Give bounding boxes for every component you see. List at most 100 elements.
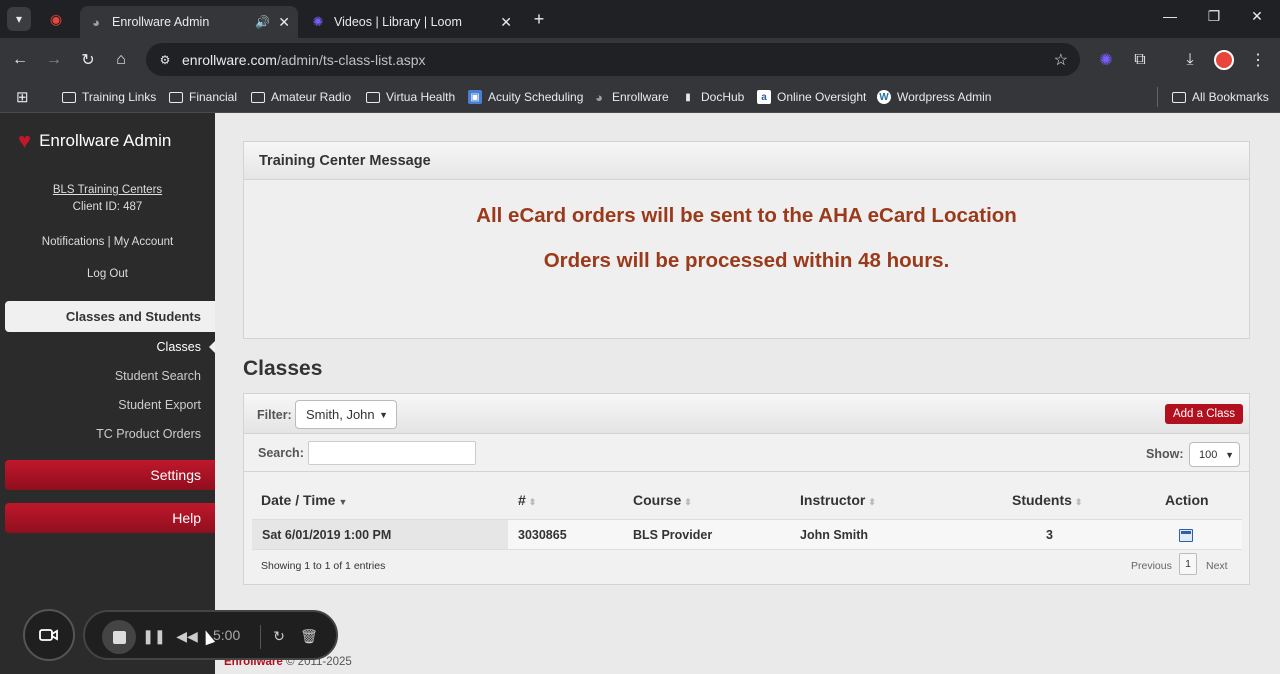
sidebar-item-classes[interactable]: Classes [157, 340, 201, 354]
folder-icon [251, 91, 265, 103]
pause-icon: ❚❚ [142, 627, 166, 644]
logout-link[interactable]: Log Out [0, 268, 215, 280]
column-label: Instructor [800, 492, 866, 508]
bookmark-label: Acuity Scheduling [488, 90, 584, 104]
wordpress-icon: W [877, 90, 891, 104]
dochub-icon: ▮ [685, 91, 691, 103]
browser-tab-bar: ▾ ◉ ◕ Enrollware Admin 🔊 ✕ ✺ Videos | Li… [0, 0, 1280, 38]
search-input[interactable] [308, 441, 476, 465]
bookmark-label: Training Links [82, 90, 157, 104]
bookmark-training-links[interactable]: Training Links [62, 87, 156, 107]
bookmark-dochub[interactable]: ▮ DocHub [681, 87, 744, 107]
sidebar-section-classes-and-students[interactable]: Classes and Students [5, 301, 215, 332]
bookmark-all-bookmarks[interactable]: All Bookmarks [1157, 87, 1269, 107]
folder-icon [1172, 91, 1186, 103]
close-window-icon[interactable]: ✕ [1237, 8, 1277, 25]
filter-label: Filter: [257, 408, 292, 422]
bookmark-label: Financial [189, 90, 238, 104]
download-icon[interactable]: ⤓ [1177, 47, 1203, 73]
filter-select[interactable]: Smith, John ▼ [295, 400, 397, 429]
acuity-icon: ▣ [468, 90, 482, 104]
search-bar: Search: Show: 100 ▼ [244, 434, 1249, 472]
next-page-button[interactable]: Next [1206, 560, 1228, 572]
column-label: # [518, 492, 526, 508]
rewind-button[interactable]: ◀◀ [176, 625, 198, 647]
bookmark-label: Virtua Health [386, 90, 456, 104]
delete-button[interactable]: 🗑 [298, 625, 320, 647]
stop-recording-button[interactable] [102, 620, 136, 654]
bookmark-online-oversight[interactable]: a Online Oversight [757, 87, 866, 107]
browser-menu-icon[interactable]: ⋮ [1245, 47, 1271, 73]
restart-button[interactable]: ↻ [268, 625, 290, 647]
column-header-course[interactable]: Course ⬍ [633, 492, 692, 508]
add-class-button[interactable]: Add a Class [1164, 404, 1243, 424]
sidebar-settings-button[interactable]: Settings [5, 460, 215, 490]
restart-icon: ↻ [273, 627, 285, 644]
reload-icon[interactable]: ↻ [75, 47, 101, 73]
edit-class-icon[interactable] [1179, 529, 1193, 542]
table-row[interactable]: Sat 6/01/2019 1:00 PM 3030865 BLS Provid… [252, 519, 1242, 550]
sidebar-item-tc-product-orders[interactable]: TC Product Orders [96, 427, 201, 441]
sidebar-help-button[interactable]: Help [5, 503, 215, 533]
brand-header[interactable]: ♥ Enrollware Admin [0, 113, 215, 169]
tab-enrollware-admin[interactable]: ◕ Enrollware Admin 🔊 ✕ [80, 6, 298, 38]
camera-toggle-button[interactable] [23, 609, 75, 661]
back-icon[interactable]: ← [7, 47, 33, 73]
heart-logo-icon: ♥ [18, 128, 32, 153]
profile-avatar[interactable] [1211, 47, 1237, 73]
message-line-1: All eCard orders will be sent to the AHA… [476, 204, 1017, 227]
training-center-message-panel: Training Center Message All eCard orders… [243, 141, 1250, 339]
bookmark-star-icon[interactable]: ☆ [1054, 50, 1068, 70]
column-header-instructor[interactable]: Instructor ⬍ [800, 492, 876, 508]
bookmark-acuity-scheduling[interactable]: ▣ Acuity Scheduling [468, 87, 583, 107]
extensions-icon[interactable]: ⧉ [1127, 47, 1153, 73]
address-bar[interactable]: ⚙ enrollware.com/admin/ts-class-list.asp… [146, 43, 1080, 76]
sort-icon: ⬍ [1074, 497, 1083, 507]
close-tab-icon[interactable]: ✕ [278, 14, 290, 31]
bookmark-amateur-radio[interactable]: Amateur Radio [251, 87, 351, 107]
close-tab-icon[interactable]: ✕ [500, 14, 512, 31]
restore-icon[interactable]: ❐ [1194, 8, 1234, 25]
loom-extension-icon[interactable]: ✺ [1093, 47, 1119, 73]
main-content: Training Center Message All eCard orders… [215, 113, 1280, 674]
org-name-link[interactable]: BLS Training Centers [53, 184, 162, 196]
tab-search-chevron-icon[interactable]: ▾ [7, 7, 31, 31]
folder-icon [169, 91, 183, 103]
bookmark-label: Wordpress Admin [897, 90, 992, 104]
home-icon[interactable]: ⌂ [108, 47, 134, 73]
bookmark-label: All Bookmarks [1192, 90, 1269, 104]
column-label: Date / Time [261, 492, 336, 508]
column-header-number[interactable]: # ⬍ [518, 492, 536, 508]
tab-loom[interactable]: ✺ Videos | Library | Loom ✕ [302, 6, 520, 38]
speaker-icon[interactable]: 🔊 [255, 15, 270, 29]
recording-timer: 5:00 [213, 627, 241, 643]
pause-button[interactable]: ❚❚ [142, 625, 166, 647]
globe-icon: ◕ [595, 89, 603, 105]
bookmark-virtua-health[interactable]: Virtua Health [366, 87, 455, 107]
filter-select-value: Smith, John [306, 407, 375, 422]
previous-page-button[interactable]: Previous [1131, 560, 1172, 572]
site-info-icon[interactable]: ⚙ [154, 53, 176, 67]
bookmark-enrollware[interactable]: ◕ Enrollware [592, 87, 669, 107]
sidebar: ♥ Enrollware Admin BLS Training Centers … [0, 113, 215, 674]
browser-toolbar: ← → ↻ ⌂ ⚙ enrollware.com/admin/ts-class-… [0, 38, 1280, 81]
column-header-students[interactable]: Students ⬍ [1012, 492, 1082, 508]
sidebar-item-student-search[interactable]: Student Search [115, 369, 201, 383]
panel-title: Training Center Message [244, 142, 1249, 180]
new-tab-icon[interactable]: + [527, 7, 551, 31]
bookmark-wordpress-admin[interactable]: W Wordpress Admin [877, 87, 991, 107]
bookmarks-bar: ⊞ Training Links Financial Amateur Radio… [0, 81, 1280, 113]
column-header-date-time[interactable]: Date / Time ▼ [261, 492, 347, 508]
minimize-icon[interactable]: — [1150, 8, 1190, 24]
client-info: BLS Training Centers Client ID: 487 [0, 169, 215, 216]
apps-grid-icon[interactable]: ⊞ [16, 87, 29, 107]
classes-table-container: Filter: Smith, John ▼ Add a Class Search… [243, 393, 1250, 585]
page-size-select[interactable]: 100 ▼ [1189, 442, 1240, 467]
account-links[interactable]: Notifications | My Account [0, 236, 215, 248]
page-number-button[interactable]: 1 [1179, 553, 1197, 575]
bookmark-financial[interactable]: Financial [169, 87, 237, 107]
forward-icon[interactable]: → [41, 47, 67, 73]
video-camera-icon [39, 629, 58, 641]
record-indicator-icon: ◉ [49, 10, 63, 27]
sidebar-item-student-export[interactable]: Student Export [118, 398, 201, 412]
